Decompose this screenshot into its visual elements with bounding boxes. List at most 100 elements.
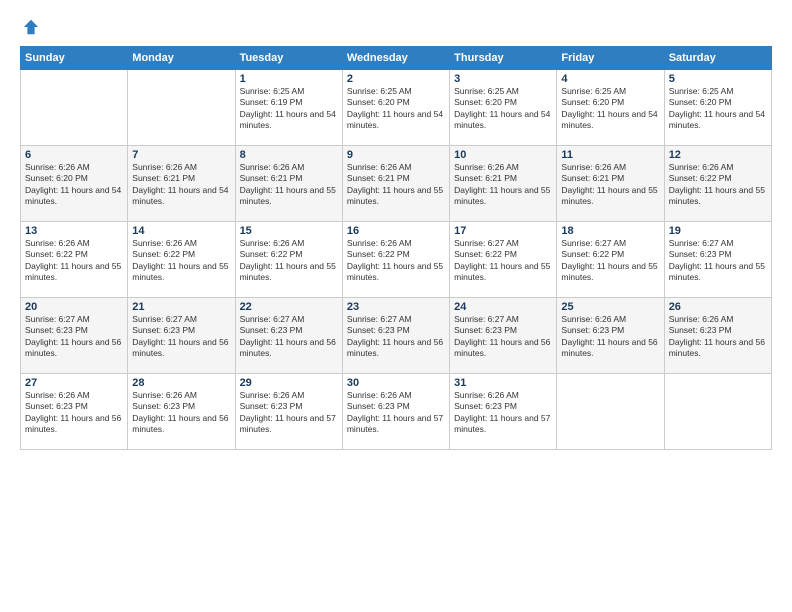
day-number: 10 bbox=[454, 149, 552, 161]
day-number: 14 bbox=[132, 225, 230, 237]
day-info: Sunrise: 6:25 AM Sunset: 6:20 PM Dayligh… bbox=[669, 86, 767, 132]
calendar-cell: 23Sunrise: 6:27 AM Sunset: 6:23 PM Dayli… bbox=[342, 298, 449, 374]
day-number: 24 bbox=[454, 301, 552, 313]
calendar-cell: 12Sunrise: 6:26 AM Sunset: 6:22 PM Dayli… bbox=[664, 146, 771, 222]
day-number: 5 bbox=[669, 73, 767, 85]
calendar-cell: 20Sunrise: 6:27 AM Sunset: 6:23 PM Dayli… bbox=[21, 298, 128, 374]
day-number: 12 bbox=[669, 149, 767, 161]
day-info: Sunrise: 6:26 AM Sunset: 6:23 PM Dayligh… bbox=[454, 390, 552, 436]
calendar-week-row: 13Sunrise: 6:26 AM Sunset: 6:22 PM Dayli… bbox=[21, 222, 772, 298]
day-info: Sunrise: 6:26 AM Sunset: 6:22 PM Dayligh… bbox=[669, 162, 767, 208]
calendar-cell bbox=[21, 70, 128, 146]
day-number: 1 bbox=[240, 73, 338, 85]
day-info: Sunrise: 6:27 AM Sunset: 6:23 PM Dayligh… bbox=[25, 314, 123, 360]
day-info: Sunrise: 6:26 AM Sunset: 6:21 PM Dayligh… bbox=[561, 162, 659, 208]
day-number: 4 bbox=[561, 73, 659, 85]
day-number: 27 bbox=[25, 377, 123, 389]
calendar-cell: 30Sunrise: 6:26 AM Sunset: 6:23 PM Dayli… bbox=[342, 374, 449, 450]
calendar-cell: 11Sunrise: 6:26 AM Sunset: 6:21 PM Dayli… bbox=[557, 146, 664, 222]
calendar-cell: 8Sunrise: 6:26 AM Sunset: 6:21 PM Daylig… bbox=[235, 146, 342, 222]
day-number: 7 bbox=[132, 149, 230, 161]
calendar-cell: 16Sunrise: 6:26 AM Sunset: 6:22 PM Dayli… bbox=[342, 222, 449, 298]
day-info: Sunrise: 6:27 AM Sunset: 6:23 PM Dayligh… bbox=[132, 314, 230, 360]
day-info: Sunrise: 6:26 AM Sunset: 6:21 PM Dayligh… bbox=[347, 162, 445, 208]
day-number: 2 bbox=[347, 73, 445, 85]
day-number: 3 bbox=[454, 73, 552, 85]
day-info: Sunrise: 6:27 AM Sunset: 6:22 PM Dayligh… bbox=[561, 238, 659, 284]
day-number: 15 bbox=[240, 225, 338, 237]
day-number: 31 bbox=[454, 377, 552, 389]
calendar-cell: 5Sunrise: 6:25 AM Sunset: 6:20 PM Daylig… bbox=[664, 70, 771, 146]
day-number: 18 bbox=[561, 225, 659, 237]
logo bbox=[20, 18, 40, 36]
weekday-header: Saturday bbox=[664, 47, 771, 70]
calendar-cell: 26Sunrise: 6:26 AM Sunset: 6:23 PM Dayli… bbox=[664, 298, 771, 374]
day-info: Sunrise: 6:26 AM Sunset: 6:23 PM Dayligh… bbox=[347, 390, 445, 436]
calendar-cell: 22Sunrise: 6:27 AM Sunset: 6:23 PM Dayli… bbox=[235, 298, 342, 374]
day-number: 11 bbox=[561, 149, 659, 161]
calendar-cell: 29Sunrise: 6:26 AM Sunset: 6:23 PM Dayli… bbox=[235, 374, 342, 450]
day-number: 26 bbox=[669, 301, 767, 313]
calendar-cell: 2Sunrise: 6:25 AM Sunset: 6:20 PM Daylig… bbox=[342, 70, 449, 146]
calendar-cell: 4Sunrise: 6:25 AM Sunset: 6:20 PM Daylig… bbox=[557, 70, 664, 146]
day-info: Sunrise: 6:26 AM Sunset: 6:22 PM Dayligh… bbox=[25, 238, 123, 284]
calendar-week-row: 20Sunrise: 6:27 AM Sunset: 6:23 PM Dayli… bbox=[21, 298, 772, 374]
day-number: 28 bbox=[132, 377, 230, 389]
calendar-cell: 1Sunrise: 6:25 AM Sunset: 6:19 PM Daylig… bbox=[235, 70, 342, 146]
day-number: 20 bbox=[25, 301, 123, 313]
calendar-cell: 18Sunrise: 6:27 AM Sunset: 6:22 PM Dayli… bbox=[557, 222, 664, 298]
calendar-cell: 31Sunrise: 6:26 AM Sunset: 6:23 PM Dayli… bbox=[450, 374, 557, 450]
day-info: Sunrise: 6:27 AM Sunset: 6:23 PM Dayligh… bbox=[454, 314, 552, 360]
day-info: Sunrise: 6:26 AM Sunset: 6:23 PM Dayligh… bbox=[240, 390, 338, 436]
calendar-cell: 6Sunrise: 6:26 AM Sunset: 6:20 PM Daylig… bbox=[21, 146, 128, 222]
calendar-cell: 14Sunrise: 6:26 AM Sunset: 6:22 PM Dayli… bbox=[128, 222, 235, 298]
calendar-cell: 7Sunrise: 6:26 AM Sunset: 6:21 PM Daylig… bbox=[128, 146, 235, 222]
day-info: Sunrise: 6:26 AM Sunset: 6:22 PM Dayligh… bbox=[347, 238, 445, 284]
calendar-cell: 27Sunrise: 6:26 AM Sunset: 6:23 PM Dayli… bbox=[21, 374, 128, 450]
day-info: Sunrise: 6:27 AM Sunset: 6:23 PM Dayligh… bbox=[240, 314, 338, 360]
logo-icon bbox=[22, 18, 40, 36]
calendar-week-row: 6Sunrise: 6:26 AM Sunset: 6:20 PM Daylig… bbox=[21, 146, 772, 222]
calendar-cell: 25Sunrise: 6:26 AM Sunset: 6:23 PM Dayli… bbox=[557, 298, 664, 374]
day-number: 21 bbox=[132, 301, 230, 313]
weekday-row: SundayMondayTuesdayWednesdayThursdayFrid… bbox=[21, 47, 772, 70]
day-info: Sunrise: 6:26 AM Sunset: 6:23 PM Dayligh… bbox=[25, 390, 123, 436]
header bbox=[20, 18, 772, 36]
day-info: Sunrise: 6:25 AM Sunset: 6:19 PM Dayligh… bbox=[240, 86, 338, 132]
weekday-header: Thursday bbox=[450, 47, 557, 70]
day-info: Sunrise: 6:26 AM Sunset: 6:22 PM Dayligh… bbox=[240, 238, 338, 284]
day-number: 8 bbox=[240, 149, 338, 161]
weekday-header: Monday bbox=[128, 47, 235, 70]
day-number: 23 bbox=[347, 301, 445, 313]
day-number: 19 bbox=[669, 225, 767, 237]
calendar-cell: 21Sunrise: 6:27 AM Sunset: 6:23 PM Dayli… bbox=[128, 298, 235, 374]
day-info: Sunrise: 6:26 AM Sunset: 6:21 PM Dayligh… bbox=[240, 162, 338, 208]
calendar-cell: 9Sunrise: 6:26 AM Sunset: 6:21 PM Daylig… bbox=[342, 146, 449, 222]
day-info: Sunrise: 6:26 AM Sunset: 6:23 PM Dayligh… bbox=[132, 390, 230, 436]
calendar-cell: 24Sunrise: 6:27 AM Sunset: 6:23 PM Dayli… bbox=[450, 298, 557, 374]
calendar-cell: 13Sunrise: 6:26 AM Sunset: 6:22 PM Dayli… bbox=[21, 222, 128, 298]
day-info: Sunrise: 6:25 AM Sunset: 6:20 PM Dayligh… bbox=[347, 86, 445, 132]
day-info: Sunrise: 6:25 AM Sunset: 6:20 PM Dayligh… bbox=[561, 86, 659, 132]
day-info: Sunrise: 6:25 AM Sunset: 6:20 PM Dayligh… bbox=[454, 86, 552, 132]
calendar-cell: 15Sunrise: 6:26 AM Sunset: 6:22 PM Dayli… bbox=[235, 222, 342, 298]
day-info: Sunrise: 6:26 AM Sunset: 6:21 PM Dayligh… bbox=[132, 162, 230, 208]
weekday-header: Sunday bbox=[21, 47, 128, 70]
day-number: 6 bbox=[25, 149, 123, 161]
day-info: Sunrise: 6:26 AM Sunset: 6:20 PM Dayligh… bbox=[25, 162, 123, 208]
page: SundayMondayTuesdayWednesdayThursdayFrid… bbox=[0, 0, 792, 612]
weekday-header: Friday bbox=[557, 47, 664, 70]
calendar-cell: 19Sunrise: 6:27 AM Sunset: 6:23 PM Dayli… bbox=[664, 222, 771, 298]
day-info: Sunrise: 6:27 AM Sunset: 6:22 PM Dayligh… bbox=[454, 238, 552, 284]
day-info: Sunrise: 6:26 AM Sunset: 6:21 PM Dayligh… bbox=[454, 162, 552, 208]
calendar-cell bbox=[128, 70, 235, 146]
calendar-table: SundayMondayTuesdayWednesdayThursdayFrid… bbox=[20, 46, 772, 450]
day-info: Sunrise: 6:26 AM Sunset: 6:23 PM Dayligh… bbox=[669, 314, 767, 360]
calendar-header: SundayMondayTuesdayWednesdayThursdayFrid… bbox=[21, 47, 772, 70]
day-number: 29 bbox=[240, 377, 338, 389]
calendar-cell bbox=[557, 374, 664, 450]
day-info: Sunrise: 6:27 AM Sunset: 6:23 PM Dayligh… bbox=[669, 238, 767, 284]
calendar-cell: 10Sunrise: 6:26 AM Sunset: 6:21 PM Dayli… bbox=[450, 146, 557, 222]
weekday-header: Tuesday bbox=[235, 47, 342, 70]
day-number: 30 bbox=[347, 377, 445, 389]
